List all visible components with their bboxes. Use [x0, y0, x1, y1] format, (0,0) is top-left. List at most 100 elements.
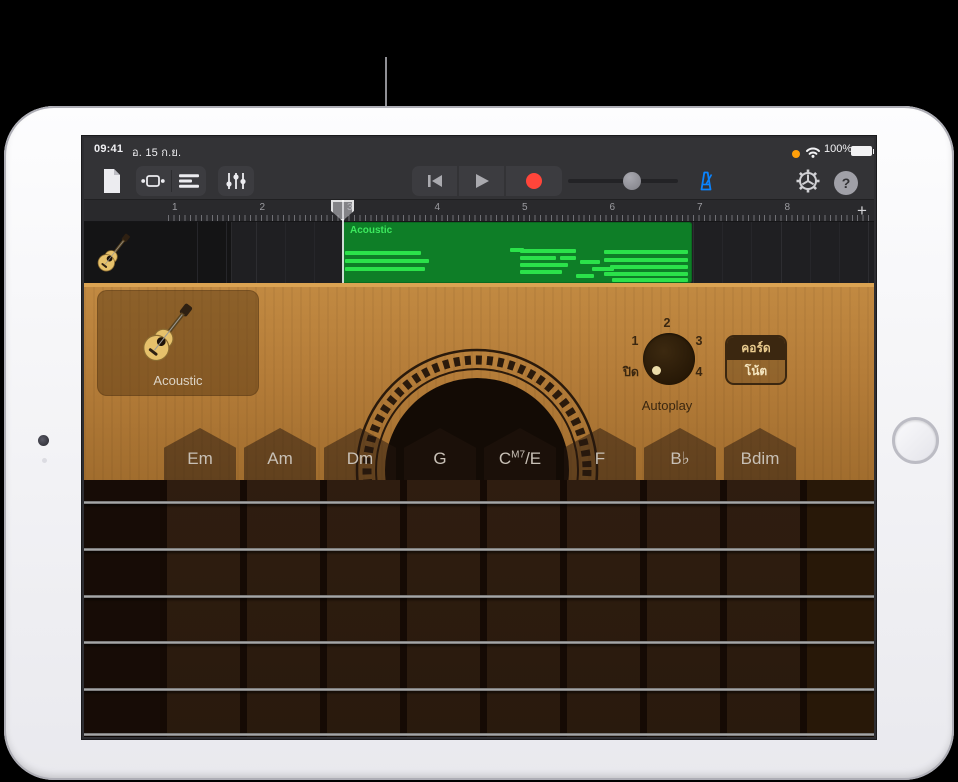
autoplay-off-label: ปิด	[623, 362, 639, 382]
toggle-notes[interactable]: โน้ต	[727, 360, 785, 383]
column-divider	[480, 480, 487, 737]
ambient-sensor	[42, 458, 47, 463]
chord-strip-c[interactable]: CM7/E	[484, 428, 556, 480]
chord-label: B♭	[644, 449, 716, 469]
wood-edge	[84, 283, 874, 287]
chord-root: F	[595, 449, 605, 468]
song-settings-button[interactable]	[792, 166, 824, 196]
chord-strip-am[interactable]: Am	[244, 428, 316, 480]
document-icon	[102, 168, 122, 194]
column-divider	[400, 480, 407, 737]
guitar-string	[84, 548, 874, 551]
midi-note	[612, 278, 688, 282]
toggle-chords[interactable]: คอร์ด	[727, 337, 785, 360]
tracks-view-button[interactable]	[171, 166, 206, 196]
midi-note	[345, 251, 421, 255]
guitar-string	[84, 501, 874, 504]
chord-root: Dm	[347, 449, 373, 468]
acoustic-guitar-icon	[90, 227, 137, 278]
settings-gear-icon	[795, 168, 821, 194]
chord-root: G	[433, 449, 446, 468]
ruler-bar-number: 7	[697, 202, 703, 213]
grid-beat-line	[285, 222, 286, 283]
chord-strings-area[interactable]	[84, 480, 874, 737]
column-divider	[640, 480, 647, 737]
chord-column-am[interactable]	[247, 480, 320, 737]
region-label: Acoustic	[350, 225, 392, 236]
chord-label: Am	[244, 449, 316, 469]
chord-label: Bdim	[724, 449, 796, 469]
chord-strip-bdim[interactable]: Bdim	[724, 428, 796, 480]
chord-bass: /E	[525, 449, 541, 468]
autoplay-title: Autoplay	[642, 398, 693, 413]
midi-note	[580, 260, 600, 264]
chord-strip-em[interactable]: Em	[164, 428, 236, 480]
guitar-string	[84, 595, 874, 598]
chord-strip-b♭[interactable]: B♭	[644, 428, 716, 480]
guitar-string	[84, 688, 874, 691]
autoplay-knob[interactable]	[643, 333, 695, 385]
help-button[interactable]: ?	[834, 171, 858, 195]
ruler-bar-number: 6	[610, 202, 616, 213]
ruler-bar-number: 2	[260, 202, 266, 213]
midi-note	[576, 274, 594, 278]
column-divider	[560, 480, 567, 737]
home-button[interactable]	[892, 417, 939, 464]
autoplay-position-label: 3	[696, 334, 703, 348]
chord-strip-f[interactable]: F	[564, 428, 636, 480]
track-controls-button[interactable]	[218, 166, 254, 196]
volume-slider-knob[interactable]	[623, 172, 641, 190]
play-button[interactable]	[459, 166, 504, 196]
add-bars-button[interactable]: +	[852, 201, 872, 221]
grid-beat-line	[256, 222, 257, 283]
column-divider	[800, 480, 807, 737]
chord-column-g[interactable]	[407, 480, 480, 737]
midi-note	[345, 259, 429, 263]
chord-column-c[interactable]	[487, 480, 560, 737]
metronome-button[interactable]	[690, 166, 722, 196]
battery-percent: 100%	[824, 143, 852, 155]
tracks-view-icon	[179, 173, 199, 189]
midi-note	[560, 256, 576, 260]
bar-ruler[interactable]: + 12345678	[84, 200, 874, 222]
autoplay-position-label: 2	[664, 316, 671, 330]
record-button[interactable]	[506, 166, 562, 196]
grid-beat-line	[722, 222, 723, 283]
chord-strip-dm[interactable]: Dm	[324, 428, 396, 480]
location-indicator-icon	[792, 150, 800, 158]
grid-beat-line	[810, 222, 811, 283]
help-question-icon: ?	[842, 175, 851, 191]
midi-note	[520, 249, 576, 253]
ruler-bar-number: 4	[435, 202, 441, 213]
chord-column-dm[interactable]	[327, 480, 400, 737]
chord-column-b♭[interactable]	[647, 480, 720, 737]
volume-slider[interactable]	[568, 179, 678, 183]
track-header-acoustic[interactable]	[84, 222, 232, 283]
rewind-button[interactable]	[412, 166, 457, 196]
my-songs-button[interactable]	[96, 166, 128, 196]
instrument-view-button[interactable]	[136, 166, 171, 196]
guitar-string	[84, 641, 874, 644]
chord-root: Em	[187, 449, 213, 468]
midi-note	[520, 256, 556, 260]
chord-strip-g[interactable]: G	[404, 428, 476, 480]
wifi-icon	[805, 146, 821, 158]
chord-column-f[interactable]	[567, 480, 640, 737]
grid-beat-line	[226, 222, 227, 283]
grid-beat-line	[839, 222, 840, 283]
play-icon	[474, 173, 490, 189]
instrument-picker-card[interactable]: Acoustic	[97, 290, 259, 396]
view-switcher	[136, 166, 206, 196]
chord-column-em[interactable]	[167, 480, 240, 737]
acoustic-guitar-image	[132, 294, 203, 371]
chord-label: Dm	[324, 449, 396, 469]
ruler-ticks	[168, 215, 872, 221]
ruler-bar-number: 1	[172, 202, 178, 213]
midi-region-acoustic[interactable]: Acoustic	[342, 222, 692, 283]
chord-quality-superscript: M7	[511, 449, 525, 460]
top-toolbar: 09:41 อ. 15 ก.ย. 100%	[84, 138, 874, 200]
midi-note	[520, 263, 568, 267]
column-divider	[320, 480, 327, 737]
chord-column-bdim[interactable]	[727, 480, 800, 737]
autoplay-knob-pointer	[652, 366, 661, 375]
